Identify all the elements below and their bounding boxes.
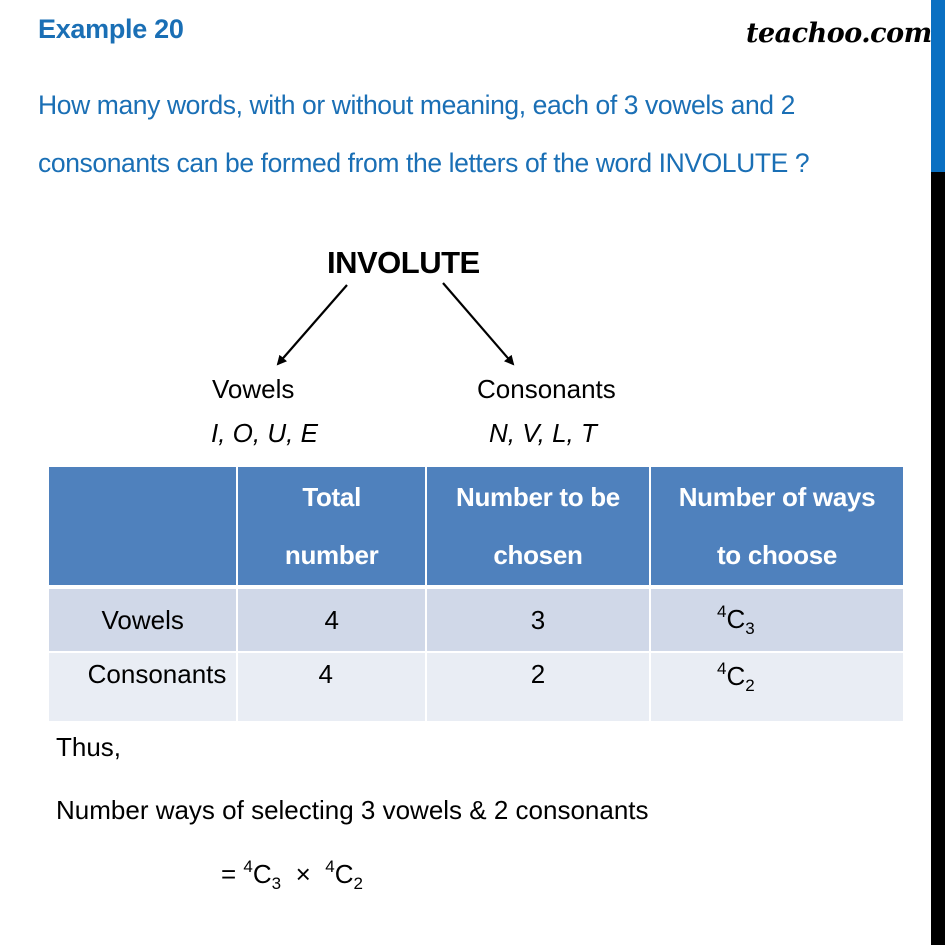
row-label: Vowels [46,586,239,653]
row-ways: 4C2 [649,651,905,723]
header-line: chosen [493,540,583,570]
comb-r: 3 [271,874,282,893]
header-line: number [284,540,379,570]
comb-symbol: C [726,661,746,691]
solution-formula: = 4C3 × 4C2 [221,857,363,894]
row-total: 4 [236,651,427,723]
header-number-to-choose: Number to be chosen [424,465,652,589]
table-row: Vowels 4 3 4C3 [46,586,905,653]
table-header-row: Total number Number to be chosen Number … [46,465,905,589]
header-total-number: Total number [236,465,427,589]
table-row: Consonants 4 2 4C2 [46,651,905,723]
comb-r: 2 [353,874,363,893]
comb-n: 4 [325,857,335,876]
comb-n: 4 [243,857,253,876]
arrow-to-consonants [442,282,515,366]
comb-symbol: C [726,603,746,634]
vowels-letters: I, O, U, E [211,418,318,448]
header-ways-to-choose: Number of ways to choose [649,465,905,589]
consonants-letters: N, V, L, T [489,418,597,448]
equals-sign: = [221,859,237,889]
comb-r: 3 [745,618,755,638]
arrow-to-vowels [276,284,348,366]
header-line: to choose [716,540,838,570]
combination-expression: 4C2 [717,659,837,696]
comb-symbol: C [252,859,272,889]
row-chosen: 2 [424,651,652,723]
solution-statement: Number ways of selecting 3 vowels & 2 co… [56,795,649,825]
row-total: 4 [236,586,427,653]
header-line: Number of ways [678,482,876,512]
header-line: Number to be [456,482,620,512]
row-chosen: 3 [424,586,652,653]
thus-text: Thus, [56,732,122,762]
row-label: Consonants [46,651,239,723]
comb-symbol: C [334,859,354,889]
header-empty [46,465,239,589]
selection-table: Total number Number to be chosen Number … [46,465,905,723]
row-ways: 4C3 [649,586,905,653]
consonants-label: Consonants [477,374,616,404]
vowels-label: Vowels [212,374,295,404]
multiply-operator: × [295,859,311,889]
comb-r: 2 [745,676,755,695]
header-line: Total [302,482,362,512]
combination-expression: 4C3 [717,602,837,639]
